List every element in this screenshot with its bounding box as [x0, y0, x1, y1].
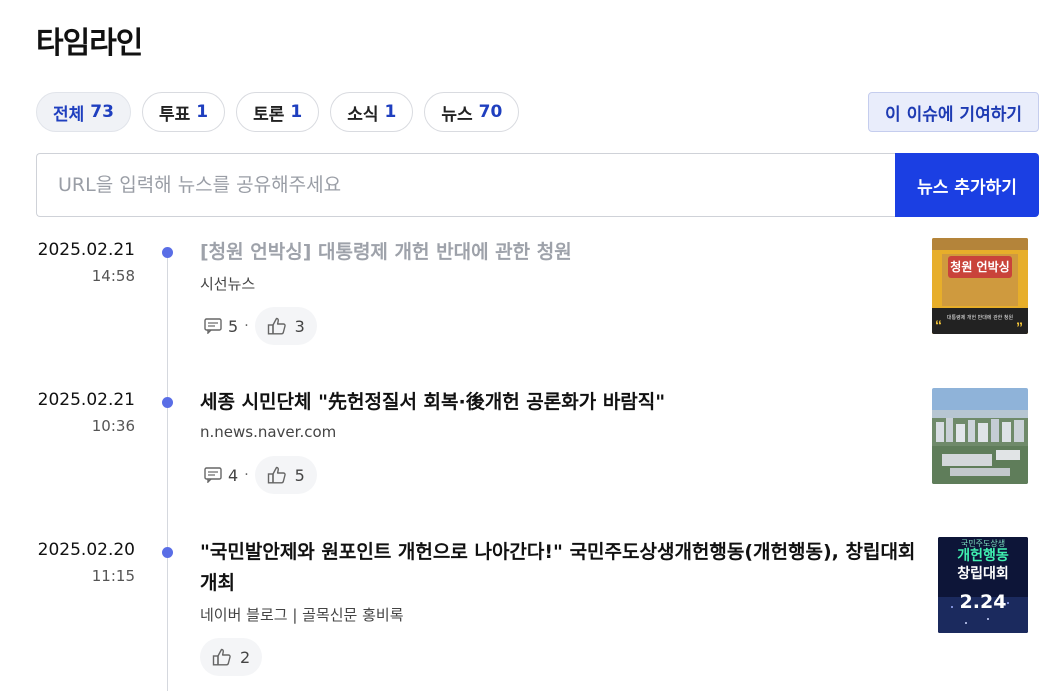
thumbs-up-icon: [212, 648, 232, 666]
timeline-dot: [162, 397, 173, 408]
news-url-form: 뉴스 추가하기: [36, 153, 1039, 217]
filter-count: 70: [478, 102, 503, 122]
filter-count: 1: [196, 102, 209, 122]
comment-count: 5: [228, 316, 239, 336]
item-actions: 5 · 3: [200, 307, 317, 345]
filter-tab-all[interactable]: 전체 73: [36, 92, 131, 132]
comment-button[interactable]: 4: [200, 466, 242, 485]
news-thumbnail[interactable]: “ ” 청원 언박싱 대통령제 개헌 반대에 관한 청원: [932, 238, 1028, 334]
news-thumbnail[interactable]: 국민주도상생 개헌행동 창립대회 2.24: [938, 537, 1028, 633]
thumbnail-caption: 대통령제 개헌 반대에 관한 청원: [946, 315, 1014, 321]
filter-label: 소식: [347, 104, 379, 125]
timeline-dot: [162, 247, 173, 258]
news-url-input[interactable]: [36, 153, 895, 217]
filter-tabs: 전체 73 투표 1 토론 1 소식 1 뉴스 70: [36, 92, 520, 132]
comment-count: 4: [228, 465, 239, 485]
thumbnail-title: 청원 언박싱: [950, 260, 1010, 274]
like-count: 5: [294, 465, 305, 485]
item-headline[interactable]: 세종 시민단체 "先헌정질서 회복·後개헌 공론화가 바람직": [200, 387, 925, 418]
filter-count: 73: [90, 102, 114, 122]
thumbnail-date: 2.24: [959, 591, 1007, 613]
comment-icon: [204, 318, 222, 334]
page-title: 타임라인: [36, 26, 143, 61]
filter-tab-updates[interactable]: 소식 1: [330, 92, 414, 132]
filter-label: 투표: [158, 104, 191, 125]
filter-tab-debate[interactable]: 토론 1: [236, 92, 320, 132]
item-time: 11:15: [91, 567, 135, 585]
item-date: 2025.02.20: [37, 540, 135, 560]
add-news-button[interactable]: 뉴스 추가하기: [895, 153, 1039, 217]
like-button[interactable]: 5: [254, 456, 317, 494]
item-time: 10:36: [91, 417, 135, 435]
comment-button[interactable]: 5: [200, 317, 242, 336]
filter-tab-news[interactable]: 뉴스 70: [424, 92, 520, 132]
filter-count: 1: [384, 102, 397, 122]
like-count: 3: [294, 316, 305, 336]
filter-label: 뉴스: [441, 104, 473, 125]
filter-label: 토론: [253, 104, 285, 125]
like-count: 2: [240, 647, 251, 667]
filter-label: 전체: [53, 104, 85, 125]
thumbnail-subtitle: 창립대회: [957, 566, 1009, 582]
comment-icon: [204, 467, 222, 483]
like-button[interactable]: 2: [200, 638, 263, 676]
item-headline[interactable]: [청원 언박싱] 대통령제 개헌 반대에 관한 청원: [200, 237, 925, 268]
like-button[interactable]: 3: [254, 307, 317, 345]
contribute-button[interactable]: 이 이슈에 기여하기: [868, 92, 1039, 132]
filter-count: 1: [290, 102, 303, 122]
separator-dot: ·: [244, 467, 249, 483]
thumbs-up-icon: [267, 317, 287, 335]
item-source: n.news.naver.com: [200, 423, 337, 441]
item-source: 시선뉴스: [200, 275, 256, 293]
item-headline[interactable]: "국민발안제와 원포인트 개헌으로 나아간다!" 국민주도상생개헌행동(개헌행동…: [200, 537, 930, 599]
news-thumbnail[interactable]: [932, 388, 1028, 484]
thumbnail-title: 개헌행동: [957, 548, 1009, 564]
separator-dot: ·: [244, 318, 249, 334]
item-date: 2025.02.21: [37, 390, 135, 410]
timeline-line: [167, 251, 168, 691]
thumbnail-image: [932, 388, 1028, 484]
thumbs-up-icon: [267, 466, 287, 484]
item-time: 14:58: [91, 267, 135, 285]
item-actions: 2: [200, 638, 263, 676]
item-source: 네이버 블로그 | 골목신문 홍비록: [200, 606, 404, 624]
filter-tab-vote[interactable]: 투표 1: [141, 92, 226, 132]
item-date: 2025.02.21: [37, 240, 135, 260]
timeline-page: 타임라인 전체 73 투표 1 토론 1 소식 1 뉴스 70 이 이슈에 기여…: [0, 0, 1058, 691]
item-actions: 4 · 5: [200, 456, 317, 494]
timeline-dot: [162, 547, 173, 558]
